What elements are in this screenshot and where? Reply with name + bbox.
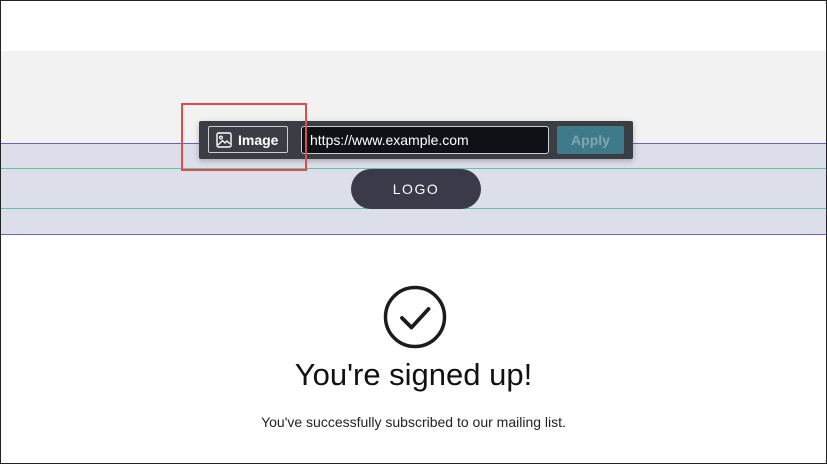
editor-canvas: LOGO Image Apply You're signed up! You'v… — [0, 0, 827, 464]
image-icon — [216, 131, 232, 148]
page-top-area — [1, 1, 826, 51]
logo-label: LOGO — [392, 181, 440, 197]
logo-placeholder[interactable]: LOGO — [351, 169, 481, 209]
apply-button[interactable]: Apply — [557, 126, 624, 154]
checkmark-circle-icon — [383, 285, 447, 349]
confirmation-message: You've successfully subscribed to our ma… — [261, 414, 566, 430]
image-url-input[interactable] — [301, 126, 549, 154]
image-button[interactable]: Image — [208, 126, 288, 153]
image-url-toolbar: Image Apply — [199, 121, 633, 159]
image-button-label: Image — [238, 131, 279, 148]
confirmation-title: You're signed up! — [294, 357, 533, 392]
